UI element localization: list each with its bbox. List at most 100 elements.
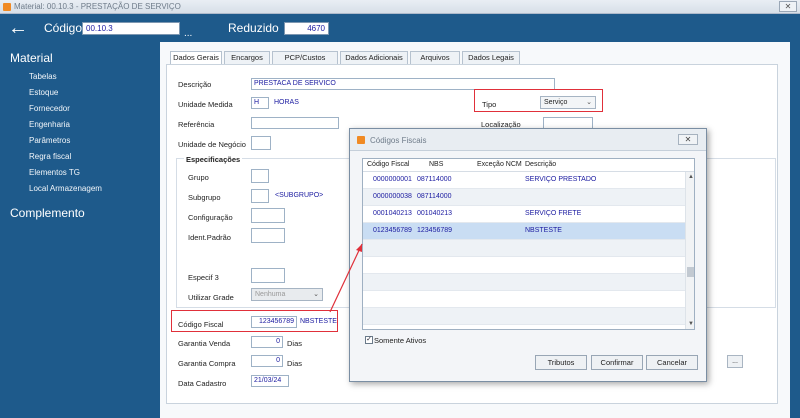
cell-nbs: 001040213 <box>417 210 453 217</box>
sidebar-item-engenharia[interactable]: Engenharia <box>29 120 70 129</box>
record-header: ← Código 00.10.3 ... Reduzido 4670 <box>0 14 800 42</box>
unidade-medida-label: Unidade Medida <box>178 100 233 109</box>
grid-scrollbar[interactable]: ▲ ▼ <box>685 172 694 329</box>
table-row[interactable]: 0000000038 087114000 <box>363 189 685 206</box>
extra-lookup-button[interactable]: ... <box>727 355 743 368</box>
sidebar-item-regra-fiscal[interactable]: Regra fiscal <box>29 152 71 161</box>
reduzido-label: Reduzido <box>228 21 279 35</box>
confirmar-button[interactable]: Confirmar <box>591 355 643 370</box>
cell-descricao: SERVIÇO FRETE <box>525 210 582 217</box>
codigo-fiscal-highlight-box <box>171 310 338 332</box>
table-row-empty <box>363 257 685 274</box>
ident-padrao-label: Ident.Padrão <box>188 233 231 242</box>
cell-codigo: 0001040213 <box>373 210 412 217</box>
utilizar-grade-label: Utilizar Grade <box>188 293 234 302</box>
referencia-label: Referência <box>178 120 215 129</box>
unidade-negocio-label: Unidade de Negócio <box>178 140 246 149</box>
codigos-fiscais-dialog: Códigos Fiscais ✕ Código Fiscal NBS Exce… <box>349 128 707 382</box>
grupo-input[interactable] <box>251 169 269 183</box>
sidebar-item-fornecedor[interactable]: Fornecedor <box>29 104 70 113</box>
garantia-compra-label: Garantia Compra <box>178 359 236 368</box>
especificacoes-title: Especificações <box>184 155 243 164</box>
scroll-down-icon[interactable]: ▼ <box>686 319 694 329</box>
table-row-empty <box>363 240 685 257</box>
dialog-title: Códigos Fiscais <box>370 136 427 145</box>
cell-codigo: 0123456789 <box>373 227 412 234</box>
tab-dados-adicionais[interactable]: Dados Adicionais <box>340 51 408 64</box>
especif3-label: Especif 3 <box>188 273 219 282</box>
dialog-close-button[interactable]: ✕ <box>678 134 698 145</box>
ident-padrao-input[interactable] <box>251 228 285 243</box>
scroll-up-icon[interactable]: ▲ <box>686 172 694 182</box>
reduzido-input[interactable]: 4670 <box>284 22 329 35</box>
configuracao-label: Configuração <box>188 213 233 222</box>
tab-encargos[interactable]: Encargos <box>224 51 270 64</box>
cell-codigo: 0000000038 <box>373 193 412 200</box>
data-cadastro-input[interactable]: 21/03/24 <box>251 375 289 387</box>
window-title: Material: 00.10.3 - PRESTAÇÃO DE SERVIÇO <box>14 2 181 11</box>
configuracao-input[interactable] <box>251 208 285 223</box>
cell-nbs: 123456789 <box>417 227 453 234</box>
unidade-medida-input[interactable]: H <box>251 97 269 109</box>
referencia-input[interactable] <box>251 117 339 129</box>
cancelar-button[interactable]: Cancelar <box>646 355 698 370</box>
sidebar-item-tabelas[interactable]: Tabelas <box>29 72 57 81</box>
sidebar-item-local-armazenagem[interactable]: Local Armazenagem <box>29 184 102 193</box>
cell-codigo: 0000000001 <box>373 176 412 183</box>
tab-arquivos[interactable]: Arquivos <box>410 51 460 64</box>
scroll-thumb[interactable] <box>687 267 694 277</box>
sidebar-item-elementos-tg[interactable]: Elementos TG <box>29 168 80 177</box>
unidade-negocio-input[interactable] <box>251 136 271 150</box>
subgrupo-input[interactable] <box>251 189 269 203</box>
sidebar-section-complemento[interactable]: Complemento <box>10 206 85 220</box>
grupo-label: Grupo <box>188 173 209 182</box>
codigos-fiscais-grid: Código Fiscal NBS Exceção NCM Descrição … <box>362 158 695 330</box>
garantia-venda-label: Garantia Venda <box>178 339 231 348</box>
sidebar-item-parametros[interactable]: Parâmetros <box>29 136 70 145</box>
sidebar-section-material[interactable]: Material <box>10 51 53 65</box>
garantia-compra-input[interactable]: 0 <box>251 355 283 367</box>
tributos-button[interactable]: Tributos <box>535 355 587 370</box>
data-cadastro-label: Data Cadastro <box>178 379 227 388</box>
window-close-button[interactable]: ✕ <box>779 1 797 12</box>
table-row[interactable]: 0001040213 001040213 SERVIÇO FRETE <box>363 206 685 223</box>
cell-nbs: 087114000 <box>417 193 452 200</box>
codigo-input[interactable]: 00.10.3 <box>82 22 180 35</box>
codigo-label: Código <box>44 21 83 35</box>
descricao-label: Descrição <box>178 80 212 89</box>
somente-ativos-checkbox[interactable]: ✓ <box>365 336 373 344</box>
chevron-down-icon: ⌄ <box>313 291 319 298</box>
utilizar-grade-select: Nenhuma ⌄ <box>251 288 323 301</box>
right-border <box>790 42 800 418</box>
cell-nbs: 087114000 <box>417 176 452 183</box>
app-icon <box>357 136 365 144</box>
tab-dados-legais[interactable]: Dados Legais <box>462 51 520 64</box>
column-nbs[interactable]: NBS <box>429 161 443 168</box>
cell-descricao: NBSTESTE <box>525 227 562 234</box>
table-row[interactable]: 0000000001 087114000 SERVIÇO PRESTADO <box>363 172 685 189</box>
table-row-empty <box>363 274 685 291</box>
window-titlebar: Material: 00.10.3 - PRESTAÇÃO DE SERVIÇO… <box>0 0 800 14</box>
tab-dados-gerais[interactable]: Dados Gerais <box>170 51 222 65</box>
tab-pcp-custos[interactable]: PCP/Custos <box>272 51 338 64</box>
grid-header: Código Fiscal NBS Exceção NCM Descrição <box>363 159 694 172</box>
table-row-selected[interactable]: 0123456789 123456789 NBSTESTE <box>363 223 685 240</box>
especif3-input[interactable] <box>251 268 285 283</box>
garantia-venda-unit: Dias <box>287 339 303 348</box>
column-codigo-fiscal[interactable]: Código Fiscal <box>367 161 409 168</box>
codigo-lookup-button[interactable]: ... <box>184 28 192 39</box>
somente-ativos-label: Somente Ativos <box>374 336 427 345</box>
column-descricao[interactable]: Descrição <box>525 161 556 168</box>
sidebar: Material Tabelas Estoque Fornecedor Enge… <box>0 42 160 418</box>
garantia-venda-input[interactable]: 0 <box>251 336 283 348</box>
sidebar-item-estoque[interactable]: Estoque <box>29 88 58 97</box>
column-excecao-ncm[interactable]: Exceção NCM <box>477 161 522 168</box>
utilizar-grade-value: Nenhuma <box>255 291 286 298</box>
subgrupo-desc: <SUBGRUPO> <box>275 192 324 199</box>
garantia-compra-unit: Dias <box>287 359 303 368</box>
unidade-medida-desc: HORAS <box>274 99 299 106</box>
table-row-empty <box>363 291 685 308</box>
back-arrow-icon[interactable]: ← <box>8 18 28 38</box>
app-icon <box>3 3 11 11</box>
tipo-highlight-box <box>474 89 603 112</box>
